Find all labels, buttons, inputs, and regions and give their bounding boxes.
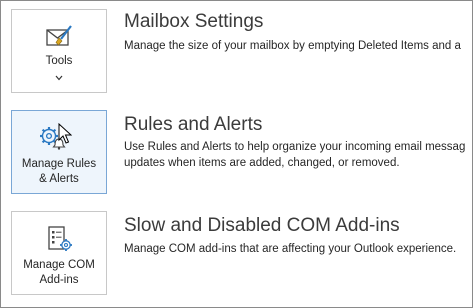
manage-com-addins-label-line1: Manage COM: [23, 259, 95, 271]
envelope-brush-icon: [46, 25, 72, 46]
manage-rules-alerts-label-line1: Manage Rules: [21, 158, 97, 170]
rules-alerts-description-line1: Use Rules and Alerts to help organize yo…: [124, 141, 466, 153]
manage-com-addins-button[interactable]: Manage COM Add-ins: [11, 211, 107, 295]
mouse-pointer-icon: [58, 123, 72, 144]
com-addins-section: Manage COM Add-ins Slow and Disabled COM…: [1, 203, 472, 303]
rules-alerts-description-line2: updates when items are added, changed, o…: [124, 157, 400, 169]
mailbox-settings-section: Tools Mailbox Settings Manage the size o…: [1, 1, 472, 101]
backstage-info-panel: Tools Mailbox Settings Manage the size o…: [0, 0, 473, 308]
rules-alerts-title: Rules and Alerts: [124, 114, 263, 135]
mailbox-settings-title: Mailbox Settings: [124, 11, 264, 32]
manage-com-addins-label-line2: Add-ins: [39, 274, 79, 286]
mailbox-settings-description: Manage the size of your mailbox by empty…: [124, 40, 461, 52]
tools-button[interactable]: Tools: [11, 9, 107, 93]
rules-alerts-section: Manage Rules & Alerts Rules and Alerts U…: [1, 102, 472, 202]
document-gear-icon: [48, 226, 72, 251]
com-addins-title: Slow and Disabled COM Add-ins: [124, 215, 400, 236]
chevron-down-icon: [12, 74, 106, 84]
com-addins-description: Manage COM add-ins that are affecting yo…: [124, 243, 457, 255]
manage-rules-alerts-button[interactable]: Manage Rules & Alerts: [11, 110, 107, 194]
manage-rules-alerts-label-line2: & Alerts: [39, 173, 79, 185]
tools-label: Tools: [45, 55, 73, 67]
